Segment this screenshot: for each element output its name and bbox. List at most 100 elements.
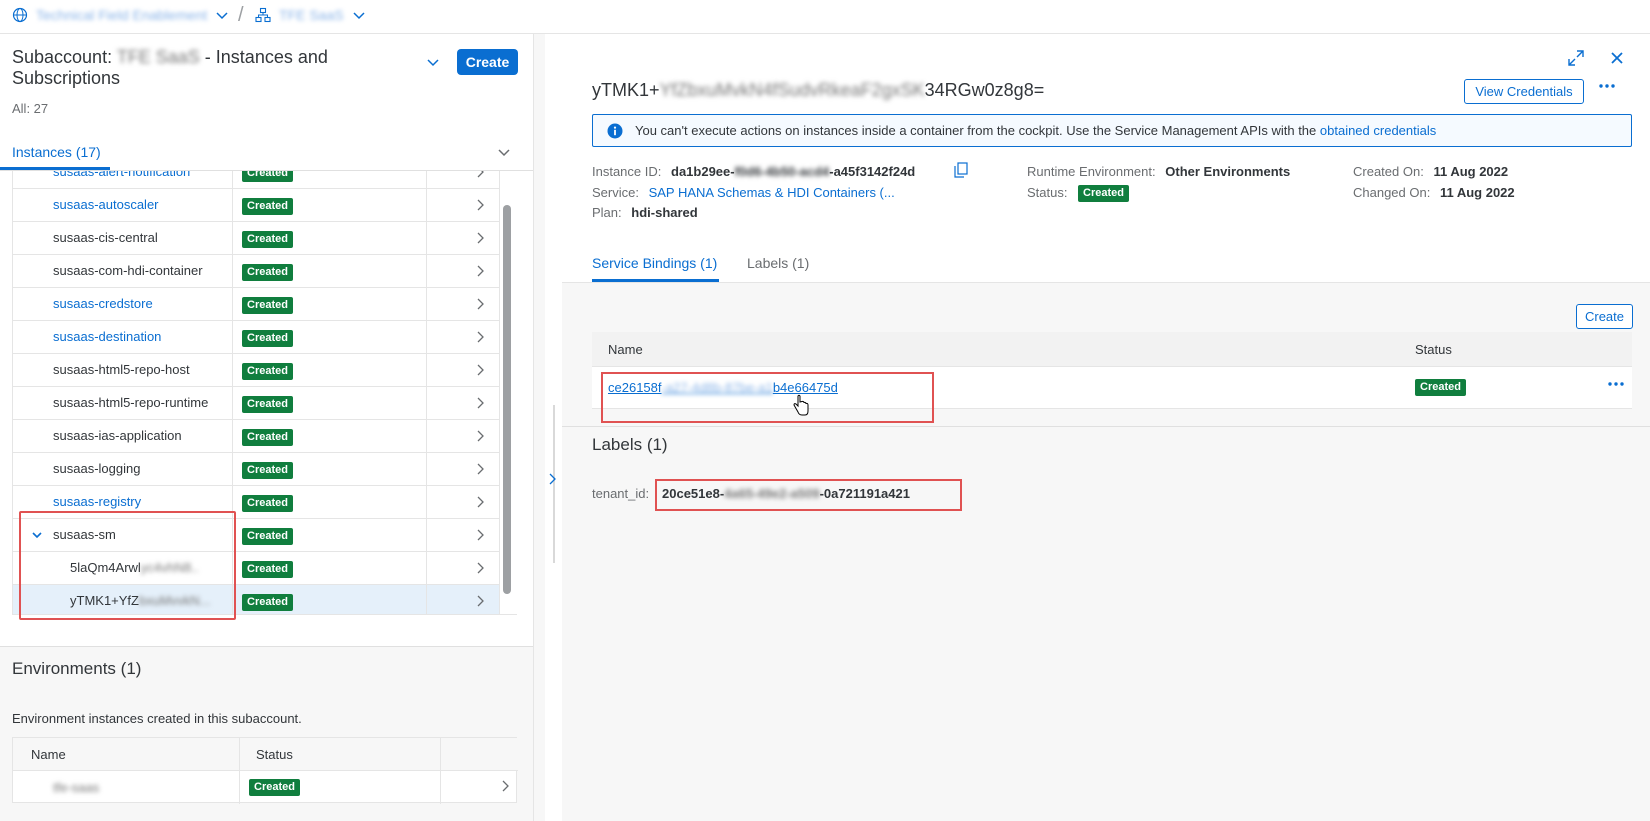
chevron-down-icon[interactable] [215,8,229,22]
table-row[interactable]: susaas-ias-application Created [13,420,500,453]
splitter[interactable] [533,34,545,821]
instance-name-text: susaas-logging [53,461,141,476]
changed-on-field: Changed On: 11 Aug 2022 [1353,185,1515,200]
column-status[interactable]: Status [256,747,293,762]
chevron-right-icon[interactable] [473,363,487,377]
runtime-value: Other Environments [1165,164,1291,179]
divider [499,552,500,585]
tab-service-bindings[interactable]: Service Bindings (1) [592,255,717,271]
table-row[interactable]: susaas-html5-repo-host Created [13,354,500,387]
environments-section: Environments (1) Environment instances c… [0,646,545,821]
scrollbar[interactable] [503,205,511,594]
highlight-annotation [655,479,962,511]
table-row[interactable]: susaas-logging Created [13,453,500,486]
instance-name-text: susaas-html5-repo-runtime [53,395,209,410]
chevron-right-icon[interactable] [498,779,512,793]
divider [232,420,233,453]
divider [499,453,500,486]
item-count: All: 27 [12,101,49,116]
table-row[interactable]: susaas-alert-notification Created [13,171,500,189]
status-badge: Created [242,198,293,215]
chevron-right-icon[interactable] [473,264,487,278]
environment-name[interactable]: tfe-saas [53,780,99,795]
chevron-down-icon[interactable] [425,54,441,70]
divider [499,387,500,420]
global-account-crumb[interactable]: Technical Field Enablement [12,7,229,23]
chevron-right-icon[interactable] [473,396,487,410]
column-status[interactable]: Status [1415,342,1452,357]
info-message: You can't execute actions on instances i… [635,123,1320,138]
instance-name[interactable]: susaas-registry [53,494,141,509]
close-icon[interactable] [1609,50,1625,66]
copy-icon[interactable] [954,162,968,178]
divider [232,171,233,189]
chevron-right-icon[interactable] [473,429,487,443]
create-button[interactable]: Create [457,49,518,75]
table-row[interactable]: susaas-credstore Created [13,288,500,321]
chevron-right-icon[interactable] [473,495,487,509]
title-prefix: Subaccount: [12,47,113,67]
divider [232,354,233,387]
divider [499,171,500,189]
status-badge: Created [1078,185,1129,202]
title-start: yTMK1+ [592,80,660,100]
service-field: Service: SAP HANA Schemas & HDI Containe… [592,185,895,200]
divider [426,387,427,420]
chevron-right-icon[interactable] [473,561,487,575]
service-link[interactable]: SAP HANA Schemas & HDI Containers (... [649,185,895,200]
table-row[interactable]: susaas-destination Created [13,321,500,354]
divider [232,222,233,255]
status-badge: Created [242,363,293,380]
table-row[interactable]: susaas-autoscaler Created [13,189,500,222]
chevron-right-icon[interactable] [473,330,487,344]
create-binding-button[interactable]: Create [1576,304,1633,329]
instance-id-blurred: f0d6-4b50-acd4 [734,164,830,179]
chevron-right-icon[interactable] [473,462,487,476]
chevron-right-icon[interactable] [473,231,487,245]
status-badge: Created [242,462,293,479]
instance-name[interactable]: susaas-credstore [53,296,153,311]
fullscreen-icon[interactable] [1567,49,1585,67]
chevron-down-icon[interactable] [496,144,512,160]
divider [499,255,500,288]
obtained-credentials-link[interactable]: obtained credentials [1320,123,1436,138]
instance-name[interactable]: susaas-destination [53,329,161,344]
tab-labels[interactable]: Labels (1) [747,255,809,271]
title-end: 34RGw0z8g8= [924,80,1045,100]
chevron-right-icon[interactable] [473,198,487,212]
divider [232,189,233,222]
status-field: Status: [1027,185,1067,200]
chevron-right-icon[interactable] [473,528,487,542]
runtime-field: Runtime Environment: Other Environments [1027,164,1290,179]
instance-name-text: susaas-registry [53,494,142,509]
instance-name: susaas-logging [53,461,140,476]
status-badge: Created [242,264,293,281]
divider [426,189,427,222]
table-row[interactable]: susaas-html5-repo-runtime Created [13,387,500,420]
chevron-right-icon[interactable] [473,171,487,179]
plan-label: Plan: [592,205,622,220]
column-name[interactable]: Name [608,342,643,357]
global-account-name[interactable]: Technical Field Enablement [36,7,207,23]
instance-name[interactable]: susaas-alert-notification [53,171,190,179]
view-credentials-button[interactable]: View Credentials [1464,79,1584,104]
tab-instances[interactable]: Instances (17) [12,144,101,160]
subaccount-name[interactable]: TFE SaaS [279,7,344,23]
subaccount-crumb[interactable]: TFE SaaS [255,7,366,23]
chevron-down-icon[interactable] [352,8,366,22]
more-icon[interactable] [1598,83,1616,89]
table-row[interactable]: susaas-com-hdi-container Created [13,255,500,288]
table-header: Name Status [13,738,518,771]
chevron-right-icon[interactable] [473,297,487,311]
chevron-right-icon[interactable] [473,594,487,608]
more-icon[interactable] [1607,381,1625,387]
instance-name: susaas-cis-central [53,230,158,245]
table-row[interactable]: susaas-cis-central Created [13,222,500,255]
instance-name[interactable]: susaas-autoscaler [53,197,159,212]
instance-id-end: -a45f3142f24d [829,164,916,179]
column-name[interactable]: Name [31,747,66,762]
chevron-right-icon[interactable] [548,472,558,486]
environments-description: Environment instances created in this su… [12,711,302,726]
changed-value: 11 Aug 2022 [1439,185,1515,200]
status-badge: Created [242,429,293,446]
